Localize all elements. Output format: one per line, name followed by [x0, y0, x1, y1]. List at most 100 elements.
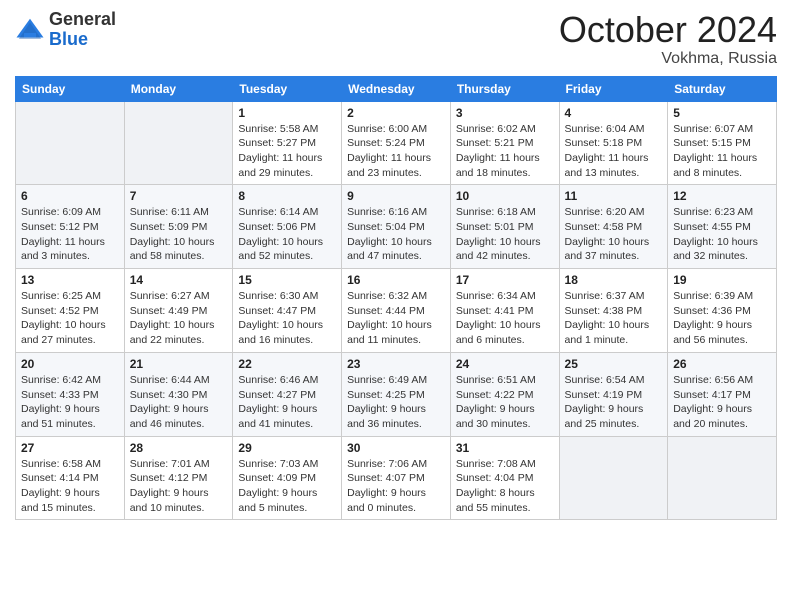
day-info: Sunrise: 6:27 AMSunset: 4:49 PMDaylight:… — [130, 289, 228, 348]
week-row-2: 6Sunrise: 6:09 AMSunset: 5:12 PMDaylight… — [16, 185, 777, 269]
day-number: 3 — [456, 106, 554, 120]
day-number: 25 — [565, 357, 663, 371]
day-info: Sunrise: 6:04 AMSunset: 5:18 PMDaylight:… — [565, 122, 663, 181]
day-cell: 31 Sunrise: 7:08 AMSunset: 4:04 PMDayligh… — [450, 436, 559, 520]
day-number: 19 — [673, 273, 771, 287]
day-cell: 27 Sunrise: 6:58 AMSunset: 4:14 PMDayligh… — [16, 436, 125, 520]
day-info: Sunrise: 6:37 AMSunset: 4:38 PMDaylight:… — [565, 289, 663, 348]
day-info: Sunrise: 6:11 AMSunset: 5:09 PMDaylight:… — [130, 205, 228, 264]
day-cell: 9Sunrise: 6:16 AMSunset: 5:04 PMDaylight… — [342, 185, 451, 269]
day-cell: 14Sunrise: 6:27 AMSunset: 4:49 PMDayligh… — [124, 269, 233, 353]
day-number: 28 — [130, 441, 228, 455]
day-info: Sunrise: 7:08 AMSunset: 4:04 PMDaylight:… — [456, 457, 554, 516]
day-number: 1 — [238, 106, 336, 120]
day-number: 7 — [130, 189, 228, 203]
day-number: 12 — [673, 189, 771, 203]
col-tuesday: Tuesday — [233, 76, 342, 101]
day-cell: 3 Sunrise: 6:02 AMSunset: 5:21 PMDaylight… — [450, 101, 559, 185]
day-number: 17 — [456, 273, 554, 287]
day-number: 23 — [347, 357, 445, 371]
header-row: Sunday Monday Tuesday Wednesday Thursday… — [16, 76, 777, 101]
day-cell: 21Sunrise: 6:44 AMSunset: 4:30 PMDayligh… — [124, 352, 233, 436]
day-cell: 17 Sunrise: 6:34 AMSunset: 4:41 PMDayligh… — [450, 269, 559, 353]
col-saturday: Saturday — [668, 76, 777, 101]
day-number: 16 — [347, 273, 445, 287]
day-info: Sunrise: 5:58 AMSunset: 5:27 PMDaylight:… — [238, 122, 336, 181]
day-info: Sunrise: 6:56 AMSunset: 4:17 PMDaylight:… — [673, 373, 771, 432]
day-number: 15 — [238, 273, 336, 287]
day-info: Sunrise: 6:02 AMSunset: 5:21 PMDaylight:… — [456, 122, 554, 181]
day-number: 26 — [673, 357, 771, 371]
day-cell: 12 Sunrise: 6:23 AMSunset: 4:55 PMDayligh… — [668, 185, 777, 269]
day-info: Sunrise: 6:14 AMSunset: 5:06 PMDaylight:… — [238, 205, 336, 264]
day-info: Sunrise: 6:07 AMSunset: 5:15 PMDaylight:… — [673, 122, 771, 181]
col-monday: Monday — [124, 76, 233, 101]
location: Vokhma, Russia — [559, 50, 777, 68]
day-number: 29 — [238, 441, 336, 455]
day-number: 27 — [21, 441, 119, 455]
day-info: Sunrise: 6:23 AMSunset: 4:55 PMDaylight:… — [673, 205, 771, 264]
day-cell: 18 Sunrise: 6:37 AMSunset: 4:38 PMDayligh… — [559, 269, 668, 353]
day-number: 30 — [347, 441, 445, 455]
day-info: Sunrise: 6:20 AMSunset: 4:58 PMDaylight:… — [565, 205, 663, 264]
day-number: 9 — [347, 189, 445, 203]
day-cell — [559, 436, 668, 520]
calendar: Sunday Monday Tuesday Wednesday Thursday… — [15, 76, 777, 521]
day-cell: 15Sunrise: 6:30 AMSunset: 4:47 PMDayligh… — [233, 269, 342, 353]
day-cell: 29Sunrise: 7:03 AMSunset: 4:09 PMDayligh… — [233, 436, 342, 520]
week-row-4: 20 Sunrise: 6:42 AMSunset: 4:33 PMDayligh… — [16, 352, 777, 436]
day-number: 22 — [238, 357, 336, 371]
logo-blue: Blue — [49, 30, 116, 50]
day-cell: 24 Sunrise: 6:51 AMSunset: 4:22 PMDayligh… — [450, 352, 559, 436]
week-row-1: 1 Sunrise: 5:58 AMSunset: 5:27 PMDaylight… — [16, 101, 777, 185]
week-row-5: 27 Sunrise: 6:58 AMSunset: 4:14 PMDayligh… — [16, 436, 777, 520]
day-number: 8 — [238, 189, 336, 203]
day-info: Sunrise: 6:32 AMSunset: 4:44 PMDaylight:… — [347, 289, 445, 348]
day-number: 20 — [21, 357, 119, 371]
day-cell — [16, 101, 125, 185]
day-number: 24 — [456, 357, 554, 371]
day-info: Sunrise: 6:51 AMSunset: 4:22 PMDaylight:… — [456, 373, 554, 432]
day-cell: 13 Sunrise: 6:25 AMSunset: 4:52 PMDayligh… — [16, 269, 125, 353]
day-info: Sunrise: 7:01 AMSunset: 4:12 PMDaylight:… — [130, 457, 228, 516]
page: General Blue October 2024 Vokhma, Russia… — [0, 0, 792, 535]
day-number: 21 — [130, 357, 228, 371]
day-cell: 1 Sunrise: 5:58 AMSunset: 5:27 PMDaylight… — [233, 101, 342, 185]
day-cell: 11 Sunrise: 6:20 AMSunset: 4:58 PMDayligh… — [559, 185, 668, 269]
logo: General Blue — [15, 10, 116, 50]
day-cell: 7 Sunrise: 6:11 AMSunset: 5:09 PMDaylight… — [124, 185, 233, 269]
day-info: Sunrise: 6:34 AMSunset: 4:41 PMDaylight:… — [456, 289, 554, 348]
month-title: October 2024 — [559, 10, 777, 50]
day-info: Sunrise: 6:42 AMSunset: 4:33 PMDaylight:… — [21, 373, 119, 432]
day-info: Sunrise: 6:46 AMSunset: 4:27 PMDaylight:… — [238, 373, 336, 432]
day-number: 10 — [456, 189, 554, 203]
day-number: 31 — [456, 441, 554, 455]
day-info: Sunrise: 7:06 AMSunset: 4:07 PMDaylight:… — [347, 457, 445, 516]
day-cell: 22 Sunrise: 6:46 AMSunset: 4:27 PMDayligh… — [233, 352, 342, 436]
header: General Blue October 2024 Vokhma, Russia — [15, 10, 777, 68]
day-number: 5 — [673, 106, 771, 120]
day-cell — [668, 436, 777, 520]
day-number: 4 — [565, 106, 663, 120]
day-number: 2 — [347, 106, 445, 120]
day-info: Sunrise: 6:39 AMSunset: 4:36 PMDaylight:… — [673, 289, 771, 348]
day-number: 13 — [21, 273, 119, 287]
col-thursday: Thursday — [450, 76, 559, 101]
day-cell: 20 Sunrise: 6:42 AMSunset: 4:33 PMDayligh… — [16, 352, 125, 436]
day-info: Sunrise: 6:00 AMSunset: 5:24 PMDaylight:… — [347, 122, 445, 181]
day-number: 18 — [565, 273, 663, 287]
day-info: Sunrise: 6:58 AMSunset: 4:14 PMDaylight:… — [21, 457, 119, 516]
day-cell: 28 Sunrise: 7:01 AMSunset: 4:12 PMDayligh… — [124, 436, 233, 520]
day-cell: 4 Sunrise: 6:04 AMSunset: 5:18 PMDaylight… — [559, 101, 668, 185]
day-cell: 30 Sunrise: 7:06 AMSunset: 4:07 PMDayligh… — [342, 436, 451, 520]
day-cell: 19 Sunrise: 6:39 AMSunset: 4:36 PMDayligh… — [668, 269, 777, 353]
day-cell: 2 Sunrise: 6:00 AMSunset: 5:24 PMDaylight… — [342, 101, 451, 185]
day-info: Sunrise: 6:09 AMSunset: 5:12 PMDaylight:… — [21, 205, 119, 264]
logo-general: General — [49, 10, 116, 30]
day-info: Sunrise: 6:25 AMSunset: 4:52 PMDaylight:… — [21, 289, 119, 348]
day-cell — [124, 101, 233, 185]
day-cell: 26 Sunrise: 6:56 AMSunset: 4:17 PMDayligh… — [668, 352, 777, 436]
day-number: 11 — [565, 189, 663, 203]
day-cell: 23Sunrise: 6:49 AMSunset: 4:25 PMDayligh… — [342, 352, 451, 436]
day-cell: 8 Sunrise: 6:14 AMSunset: 5:06 PMDaylight… — [233, 185, 342, 269]
